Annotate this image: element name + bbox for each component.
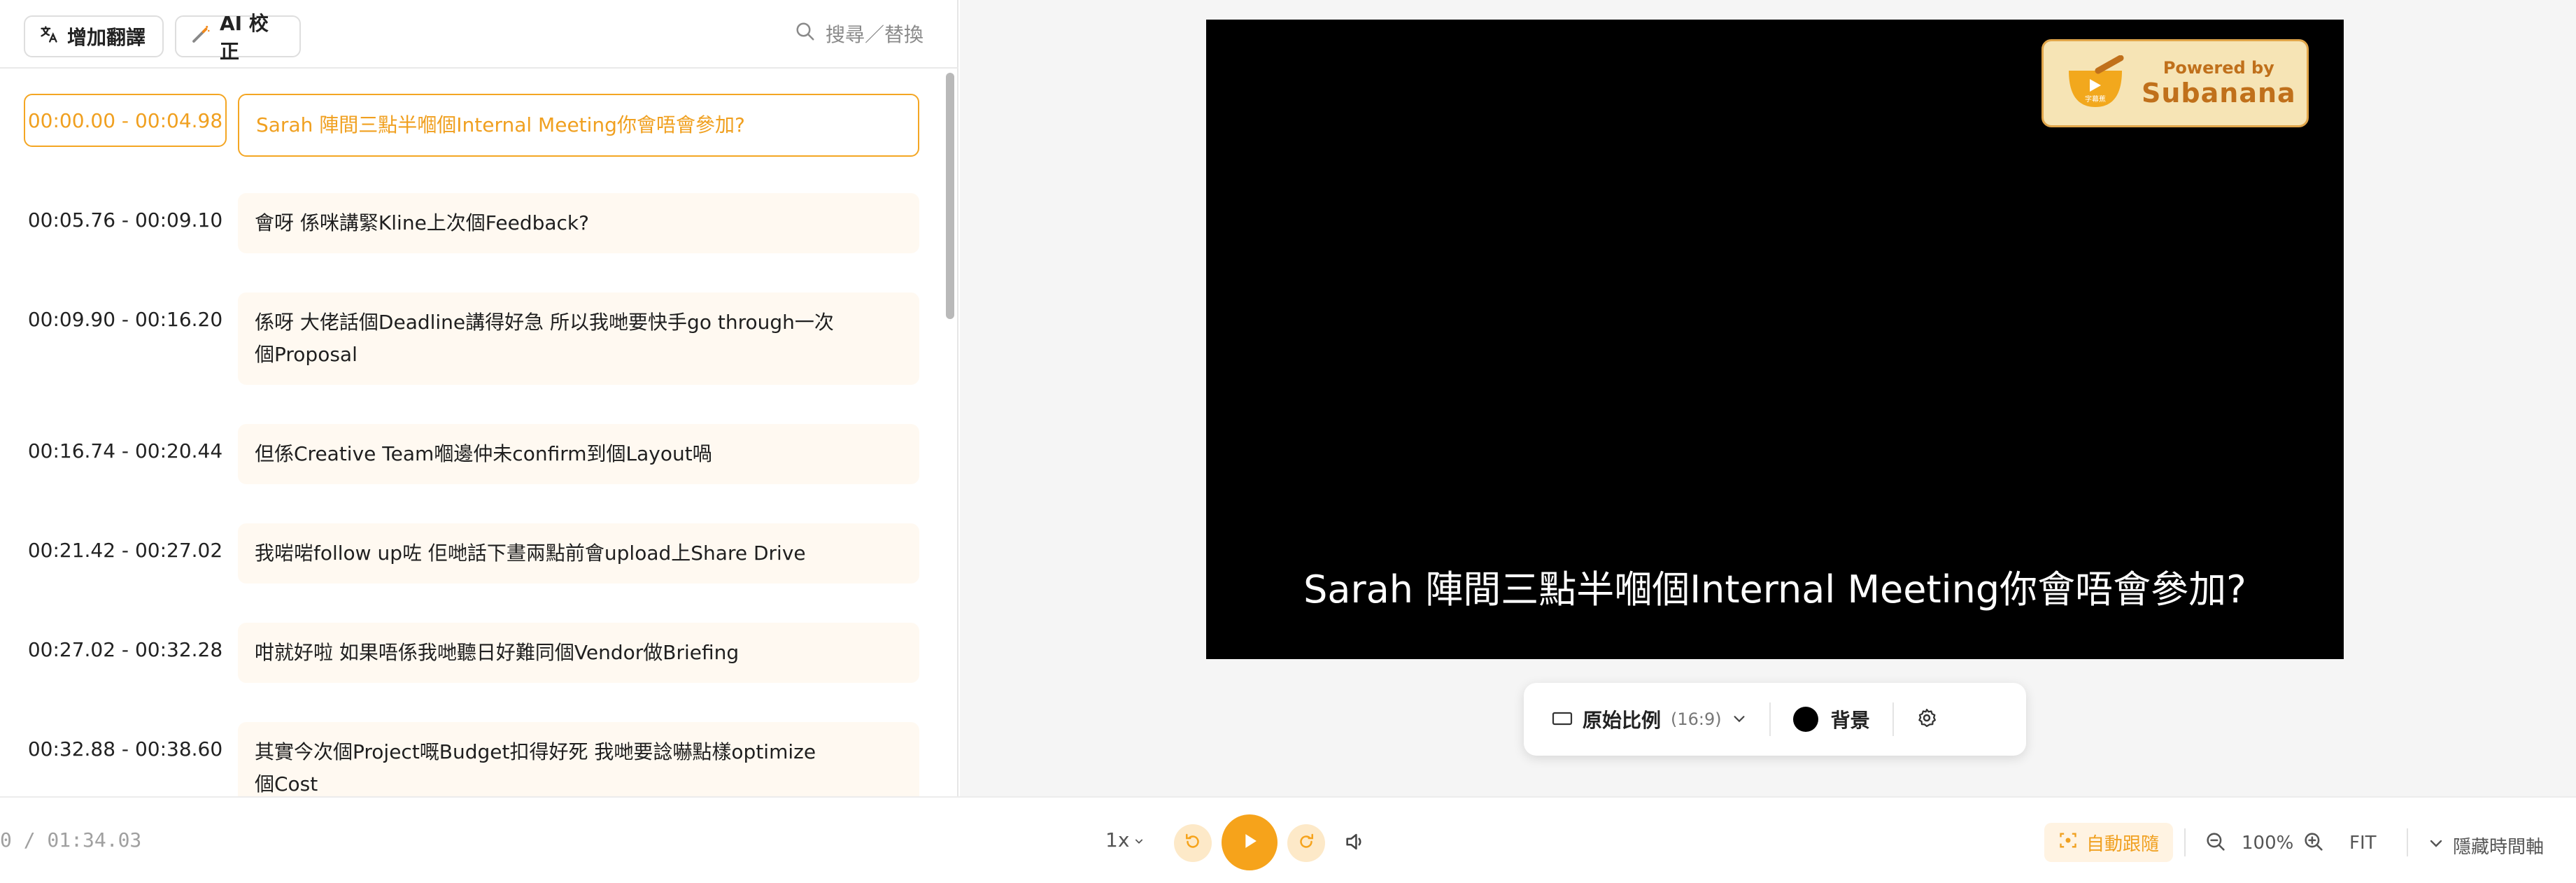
aspect-ratio-select[interactable]: 原始比例 (16:9) [1552, 705, 1747, 733]
watermark: 字幕蕉 Powered by Subanana [2041, 39, 2309, 127]
subtitle-toolbar: 增加翻譯 AI 校正 搜尋／替換 [0, 0, 958, 69]
logo-caption: 字幕蕉 [2085, 94, 2106, 104]
forward-button[interactable] [1287, 824, 1325, 862]
volume-icon[interactable] [1343, 830, 1370, 856]
play-icon [1238, 829, 1261, 856]
settings-gear-icon[interactable] [1916, 707, 1937, 731]
ai-correction-button[interactable]: AI 校正 [175, 12, 301, 63]
video-preview[interactable]: 字幕蕉 Powered by Subanana Sarah 陣間三點半嗰個Int… [1206, 20, 2344, 659]
focus-icon [2058, 831, 2078, 855]
auto-follow-toggle[interactable]: 自動跟隨 [2044, 823, 2174, 862]
search-replace-label: 搜尋／替換 [825, 23, 923, 46]
aspect-ratio-icon [1552, 708, 1573, 731]
preview-controls: 原始比例 (16:9) 背景 [1524, 683, 2026, 756]
subtitle-time[interactable]: 00:09.90 - 00:16.20 [24, 292, 227, 346]
powered-by-label: Powered by [2163, 58, 2274, 78]
play-button[interactable] [1222, 814, 1278, 870]
subtitle-time[interactable]: 00:05.76 - 00:09.10 [24, 193, 227, 246]
ai-correction-label: AI 校正 [220, 12, 269, 63]
playback-bar: 0 / 01:34.03 1x 自動跟隨 100% FIT 隱藏時間軸 [0, 796, 2576, 883]
magic-wand-icon [190, 24, 211, 50]
zoom-out-icon[interactable] [2204, 830, 2228, 856]
fit-button[interactable]: FIT [2349, 833, 2377, 854]
divider [2184, 828, 2186, 856]
zoom-in-icon[interactable] [2302, 830, 2326, 856]
speed-label: 1x [1105, 828, 1130, 852]
subtitle-text[interactable]: 但係Creative Team嗰邊仲未confirm到個Layout喎 [238, 424, 919, 484]
hide-timeline-label: 隱藏時間軸 [2453, 837, 2545, 858]
subtitle-text[interactable]: 會呀 係咪講緊Kline上次個Feedback? [238, 193, 919, 253]
background-color-button[interactable]: 背景 [1792, 705, 1870, 733]
add-translation-label: 增加翻譯 [67, 26, 146, 49]
background-label: 背景 [1830, 709, 1870, 732]
rewind-icon [1182, 831, 1203, 855]
subtitle-text[interactable]: Sarah 陣間三點半嗰個Internal Meeting你會唔會參加? [238, 94, 919, 157]
playback-speed-select[interactable]: 1x [1105, 828, 1145, 852]
divider [1892, 702, 1894, 736]
rewind-button[interactable] [1174, 824, 1212, 862]
subtitle-time[interactable]: 00:21.42 - 00:27.02 [24, 523, 227, 577]
preview-pane: 字幕蕉 Powered by Subanana Sarah 陣間三點半嗰個Int… [960, 0, 2576, 796]
subtitle-time[interactable]: 00:27.02 - 00:32.28 [24, 623, 227, 676]
subtitle-text[interactable]: 係呀 大佬話個Deadline講得好急 所以我哋要快手go through一次個… [238, 292, 919, 385]
divider [1769, 702, 1771, 736]
brand-name: Subanana [2142, 78, 2296, 108]
auto-follow-label: 自動跟隨 [2086, 833, 2160, 855]
aspect-ratio-label: 原始比例 [1583, 709, 1662, 732]
video-subtitle: Sarah 陣間三點半嗰個Internal Meeting你會唔會參加? [1303, 567, 2246, 612]
subanana-logo-icon: 字幕蕉 [2069, 55, 2124, 107]
subtitle-time[interactable]: 00:00.00 - 00:04.98 [24, 94, 227, 147]
list-scrollbar[interactable] [946, 73, 954, 319]
divider [2407, 828, 2408, 856]
subtitle-list-pane: 增加翻譯 AI 校正 搜尋／替換 00:00.00 - 00:04.98 Sar… [0, 0, 958, 796]
add-translation-button[interactable]: 增加翻譯 [24, 15, 164, 57]
search-icon [795, 21, 816, 47]
chevron-down-icon [2428, 835, 2444, 856]
subtitle-time[interactable]: 00:16.74 - 00:20.44 [24, 424, 227, 477]
chevron-down-icon [1133, 828, 1145, 852]
watermark-text: Powered by Subanana [2142, 58, 2296, 108]
hide-timeline-button[interactable]: 隱藏時間軸 [2428, 833, 2544, 859]
subtitle-text[interactable]: 其實今次個Project嘅Budget扣得好死 我哋要諗嚇點樣optimize個… [238, 722, 919, 796]
timecode: 0 / 01:34.03 [0, 828, 142, 852]
color-swatch [1792, 707, 1818, 732]
forward-icon [1296, 831, 1317, 855]
zoom-level: 100% [2242, 833, 2294, 854]
subtitle-time[interactable]: 00:32.88 - 00:38.60 [24, 722, 227, 775]
subtitle-editor-app: 增加翻譯 AI 校正 搜尋／替換 00:00.00 - 00:04.98 Sar… [0, 0, 2576, 883]
chevron-down-icon [1732, 708, 1747, 731]
translate-icon [39, 24, 59, 49]
aspect-ratio-value: (16:9) [1671, 709, 1722, 729]
subtitle-text[interactable]: 我啱啱follow up咗 佢哋話下晝兩點前會upload上Share Driv… [238, 523, 919, 584]
search-replace[interactable]: 搜尋／替換 [795, 20, 923, 48]
subtitle-text[interactable]: 咁就好啦 如果唔係我哋聽日好難同個Vendor做Briefing [238, 623, 919, 683]
subtitle-list: 00:00.00 - 00:04.98 Sarah 陣間三點半嗰個Interna… [0, 70, 944, 796]
